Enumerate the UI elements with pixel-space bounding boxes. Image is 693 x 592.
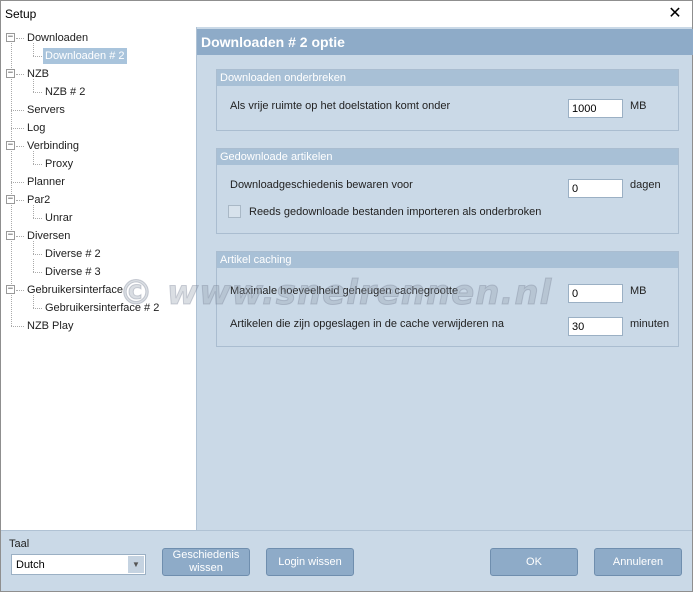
tree-item-nzb-play[interactable]: NZB Play bbox=[27, 318, 73, 334]
tree-expander-icon[interactable]: − bbox=[6, 195, 15, 204]
tree-expander-icon[interactable]: − bbox=[6, 141, 15, 150]
tree-item-planner[interactable]: Planner bbox=[27, 174, 65, 190]
cache-expire-unit: minuten bbox=[630, 318, 670, 330]
import-downloaded-label: Reeds gedownloade bestanden importeren a… bbox=[249, 206, 542, 218]
tree-expander-icon[interactable]: − bbox=[6, 33, 15, 42]
tree-item-nzb[interactable]: NZB bbox=[27, 66, 49, 82]
clear-history-button-label: Geschiedenis wissen bbox=[173, 549, 240, 575]
tree-item-servers[interactable]: Servers bbox=[27, 102, 65, 118]
tree-connector bbox=[16, 38, 24, 39]
keep-history-input[interactable] bbox=[568, 179, 623, 198]
tree-item-diverse-3[interactable]: Diverse # 3 bbox=[45, 264, 101, 280]
group-article-caching: Artikel caching Maximale hoeveelheid geh… bbox=[216, 251, 679, 347]
tree-connector bbox=[33, 241, 34, 254]
tree-connector bbox=[16, 236, 24, 237]
tree-connector bbox=[33, 259, 34, 272]
tree-item-nzb-2[interactable]: NZB # 2 bbox=[45, 84, 85, 100]
tree-item-downloaden-2[interactable]: Downloaden # 2 bbox=[43, 48, 127, 64]
cancel-button[interactable]: Annuleren bbox=[594, 548, 682, 576]
close-icon[interactable]: ✕ bbox=[664, 3, 686, 25]
tree-connector bbox=[11, 182, 24, 183]
panel-title: Downloaden # 2 optie bbox=[197, 29, 693, 55]
tree-item-downloaden[interactable]: Downloaden bbox=[27, 30, 88, 46]
cache-size-input[interactable] bbox=[568, 284, 623, 303]
clear-history-line2: wissen bbox=[189, 562, 223, 574]
tree-expander-icon[interactable]: − bbox=[6, 69, 15, 78]
tree-connector bbox=[16, 74, 24, 75]
group-title-downloaded-articles: Gedownloade artikelen bbox=[217, 149, 678, 165]
tree-expander-icon[interactable]: − bbox=[6, 231, 15, 240]
clear-history-button[interactable]: Geschiedenis wissen bbox=[162, 548, 250, 576]
chevron-down-icon[interactable]: ▼ bbox=[128, 556, 144, 573]
tree-item-verbinding[interactable]: Verbinding bbox=[27, 138, 79, 154]
free-space-input[interactable] bbox=[568, 99, 623, 118]
ok-button[interactable]: OK bbox=[490, 548, 578, 576]
tree-connector bbox=[33, 205, 34, 218]
setup-window: Setup ✕ − Downloaden Downloaden # 2 − NZB NZB… bbox=[0, 0, 693, 592]
tree-connector bbox=[16, 200, 24, 201]
free-space-label: Als vrije ruimte op het doelstation komt… bbox=[230, 100, 451, 112]
title-bar: Setup ✕ bbox=[1, 1, 692, 27]
group-download-pause: Downloaden onderbreken Als vrije ruimte … bbox=[216, 69, 679, 131]
tree-connector bbox=[33, 92, 42, 93]
cache-expire-label: Artikelen die zijn opgeslagen in de cach… bbox=[230, 318, 504, 330]
tree-connector bbox=[11, 128, 24, 129]
tree-item-unrar[interactable]: Unrar bbox=[45, 210, 73, 226]
tree-item-log[interactable]: Log bbox=[27, 120, 45, 136]
language-label: Taal bbox=[9, 538, 30, 550]
tree-connector bbox=[33, 79, 34, 92]
tree-connector bbox=[33, 56, 42, 57]
tree-connector bbox=[33, 151, 34, 164]
cache-size-label: Maximale hoeveelheid geheugen cachegroot… bbox=[230, 285, 459, 297]
clear-history-line1: Geschiedenis bbox=[172, 549, 240, 561]
group-downloaded-articles: Gedownloade artikelen Downloadgeschieden… bbox=[216, 148, 679, 234]
cache-expire-input[interactable] bbox=[568, 317, 623, 336]
settings-tree: − Downloaden Downloaden # 2 − NZB NZB # 2 Serv… bbox=[1, 27, 196, 530]
clear-login-button[interactable]: Login wissen bbox=[266, 548, 354, 576]
group-title-download-pause: Downloaden onderbreken bbox=[217, 70, 678, 86]
tree-item-gebruikersinterface-2[interactable]: Gebruikersinterface # 2 bbox=[45, 300, 159, 316]
keep-history-label: Downloadgeschiedenis bewaren voor bbox=[230, 179, 413, 191]
bottom-bar: Taal Dutch ▼ Geschiedenis wissen Login wi… bbox=[1, 530, 692, 591]
tree-connector bbox=[33, 295, 34, 308]
tree-connector bbox=[11, 326, 24, 327]
cache-size-unit: MB bbox=[630, 285, 647, 297]
tree-connector bbox=[33, 43, 34, 56]
tree-connector bbox=[33, 272, 42, 273]
tree-item-proxy[interactable]: Proxy bbox=[45, 156, 73, 172]
import-downloaded-checkbox[interactable] bbox=[228, 205, 241, 218]
tree-item-par2[interactable]: Par2 bbox=[27, 192, 50, 208]
tree-connector bbox=[33, 218, 42, 219]
options-panel: Downloaden # 2 optie Downloaden onderbre… bbox=[196, 27, 693, 530]
tree-connector bbox=[11, 110, 24, 111]
tree-connector bbox=[33, 308, 42, 309]
tree-item-diverse-2[interactable]: Diverse # 2 bbox=[45, 246, 101, 262]
tree-connector bbox=[33, 164, 42, 165]
tree-item-gebruikersinterface[interactable]: Gebruikersinterface bbox=[27, 282, 123, 298]
language-select[interactable]: Dutch ▼ bbox=[11, 554, 146, 575]
language-value: Dutch bbox=[16, 559, 45, 571]
tree-connector bbox=[16, 290, 24, 291]
tree-expander-icon[interactable]: − bbox=[6, 285, 15, 294]
free-space-unit: MB bbox=[630, 100, 647, 112]
keep-history-unit: dagen bbox=[630, 179, 661, 191]
tree-connector bbox=[33, 254, 42, 255]
tree-connector bbox=[16, 146, 24, 147]
group-title-article-caching: Artikel caching bbox=[217, 252, 678, 268]
window-title: Setup bbox=[5, 7, 37, 21]
